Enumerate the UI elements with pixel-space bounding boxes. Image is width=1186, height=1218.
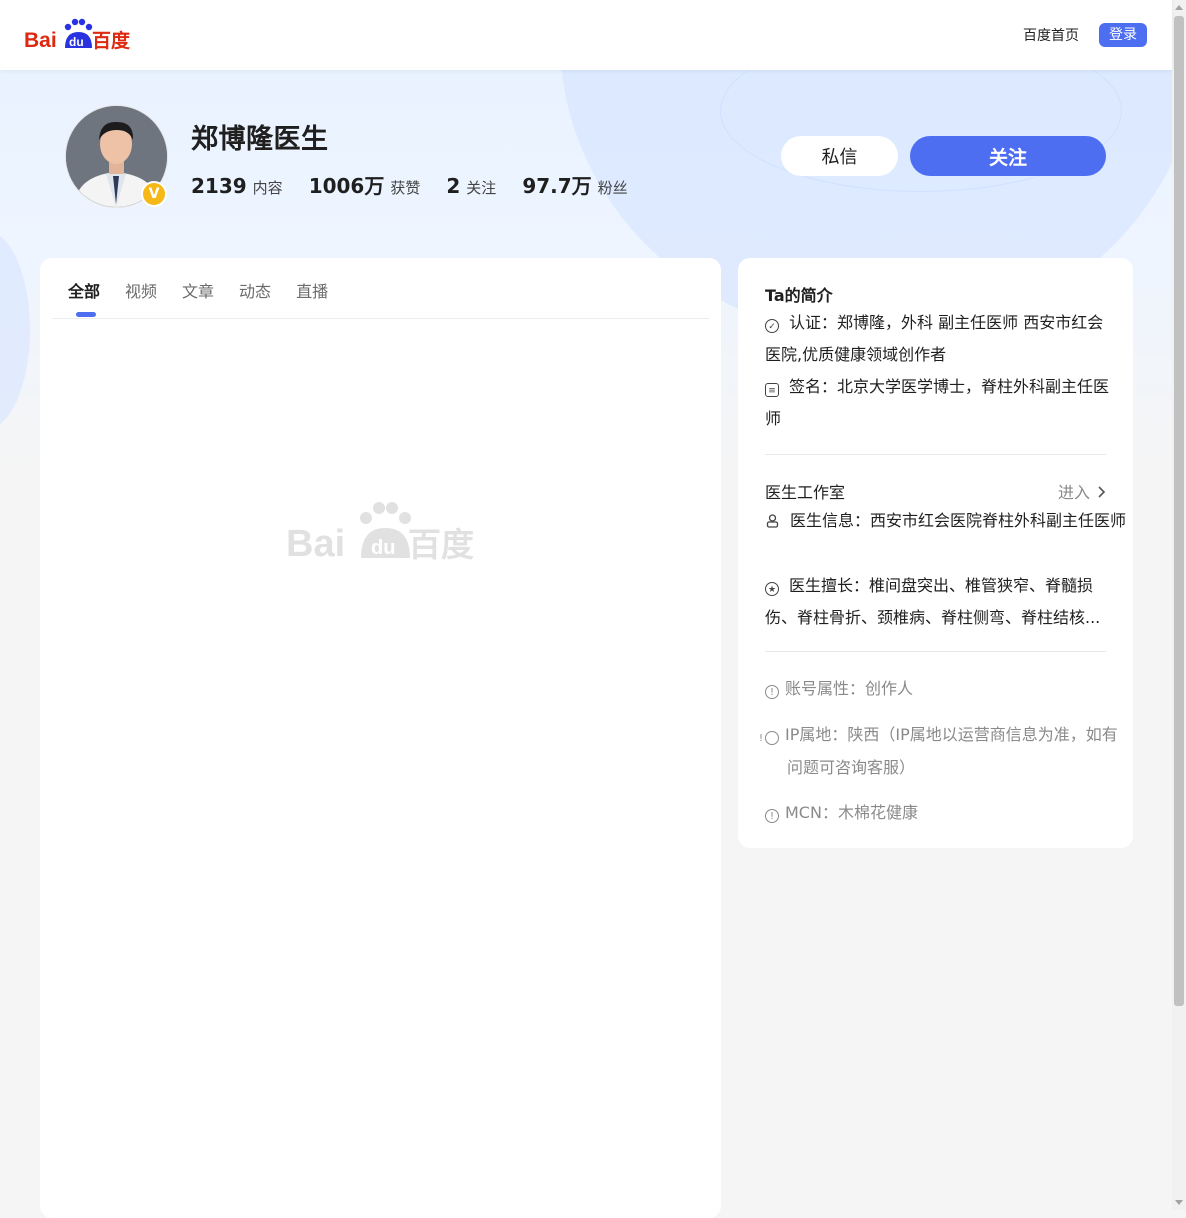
certification-row: ✓ 认证：郑博隆，外科 副主任医师 西安市红会医院,优质健康领域创作者	[765, 307, 1110, 371]
nav-baidu-home-link[interactable]: 百度首页	[1023, 25, 1079, 45]
info-icon: !	[759, 731, 779, 745]
baidu-placeholder-logo: Bai du 百度	[286, 502, 474, 565]
stat-label: 获赞	[390, 179, 421, 197]
doctor-info-row: 医生信息：西安市红会医院脊柱外科副主任医师	[765, 505, 1135, 537]
star-circle-icon: ★	[765, 582, 779, 596]
scrollbar-thumb[interactable]	[1174, 16, 1184, 1006]
stat-label: 内容	[252, 179, 283, 197]
info-icon: !	[765, 685, 779, 699]
message-button[interactable]: 私信	[781, 136, 898, 176]
svg-text:Bai: Bai	[286, 523, 345, 565]
svg-text:du: du	[371, 537, 395, 559]
doctor-skills-label: 医生擅长：	[789, 576, 870, 595]
signature-label: 签名：	[789, 377, 838, 396]
stat-following[interactable]: 2 关注	[446, 174, 496, 198]
section-divider	[765, 651, 1106, 652]
verified-badge-icon: V	[141, 181, 167, 207]
svg-text:百度: 百度	[92, 29, 131, 52]
stat-value: 1006万	[308, 174, 385, 198]
scrollbar[interactable]	[1172, 0, 1186, 1210]
certification-label: 认证：	[789, 313, 838, 332]
svg-text:Bai: Bai	[24, 29, 57, 52]
doctor-badge-icon	[766, 514, 779, 528]
tab-all[interactable]: 全部	[68, 278, 100, 302]
stat-likes: 1006万 获赞	[309, 170, 421, 199]
ip-location-text: IP属地：陕西（IP属地以运营商信息为准，如有问题可咨询客服）	[785, 725, 1118, 777]
profile-stats: 2139 内容 1006万 获赞 2 关注 97.7万 粉丝	[191, 170, 628, 199]
enter-studio-link[interactable]: 进入	[1058, 479, 1107, 503]
signature-note-icon: ≡	[765, 383, 779, 397]
scroll-down-arrow-icon[interactable]	[1175, 1200, 1183, 1205]
stat-value: 2139	[191, 174, 247, 198]
follow-button[interactable]: 关注	[910, 136, 1106, 176]
chevron-right-icon	[1098, 486, 1106, 498]
tab-divider	[52, 318, 709, 319]
stat-value: 97.7万	[522, 174, 592, 198]
ip-location-row: ! IP属地：陕西（IP属地以运营商信息为准，如有问题可咨询客服）	[759, 718, 1132, 784]
account-type-row: ! 账号属性：创作人	[765, 672, 1110, 705]
account-type-text: 账号属性：创作人	[785, 679, 914, 698]
section-divider	[765, 454, 1106, 455]
doctor-studio-title: 医生工作室	[765, 483, 846, 502]
signature-row: ≡ 签名：北京大学医学博士，脊柱外科副主任医师	[765, 371, 1110, 435]
scroll-up-arrow-icon[interactable]	[1175, 5, 1183, 10]
enter-studio-label: 进入	[1058, 483, 1091, 502]
top-bar: Bai du 百度 百度首页 登录	[0, 0, 1172, 70]
profile-name: 郑博隆医生	[191, 124, 329, 155]
doctor-skills-row: ★ 医生擅长：椎间盘突出、椎管狭窄、脊髓损伤、脊柱骨折、颈椎病、脊柱侧弯、脊柱结核…	[765, 570, 1110, 634]
mcn-text: MCN：木棉花健康	[785, 803, 918, 822]
login-button[interactable]: 登录	[1099, 23, 1147, 47]
active-tab-indicator	[76, 312, 96, 317]
tab-video[interactable]: 视频	[125, 278, 157, 302]
svg-text:百度: 百度	[408, 525, 474, 564]
stat-label: 粉丝	[597, 179, 628, 197]
stat-label: 关注	[466, 179, 497, 197]
certification-check-icon: ✓	[765, 319, 779, 333]
baidu-logo[interactable]: Bai du 百度	[24, 16, 134, 54]
stat-fans[interactable]: 97.7万 粉丝	[522, 170, 627, 199]
tab-live[interactable]: 直播	[296, 278, 328, 302]
stat-value: 2	[446, 174, 461, 198]
stat-content[interactable]: 2139 内容	[191, 174, 283, 198]
intro-title: Ta的简介	[765, 286, 833, 305]
tab-article[interactable]: 文章	[182, 278, 214, 302]
content-tabs: 全部 视频 文章 动态 直播	[68, 278, 328, 302]
info-icon: !	[765, 809, 779, 823]
svg-text:du: du	[69, 35, 84, 49]
tab-dynamic[interactable]: 动态	[239, 278, 271, 302]
doctor-info-label: 医生信息：	[790, 511, 871, 530]
doctor-info-text: 西安市红会医院脊柱外科副主任医师	[870, 511, 1127, 530]
content-panel: 全部 视频 文章 动态 直播 Bai du 百度	[40, 258, 721, 1218]
intro-panel: Ta的简介 ✓ 认证：郑博隆，外科 副主任医师 西安市红会医院,优质健康领域创作者…	[738, 258, 1133, 848]
mcn-row: ! MCN：木棉花健康	[765, 796, 1110, 829]
